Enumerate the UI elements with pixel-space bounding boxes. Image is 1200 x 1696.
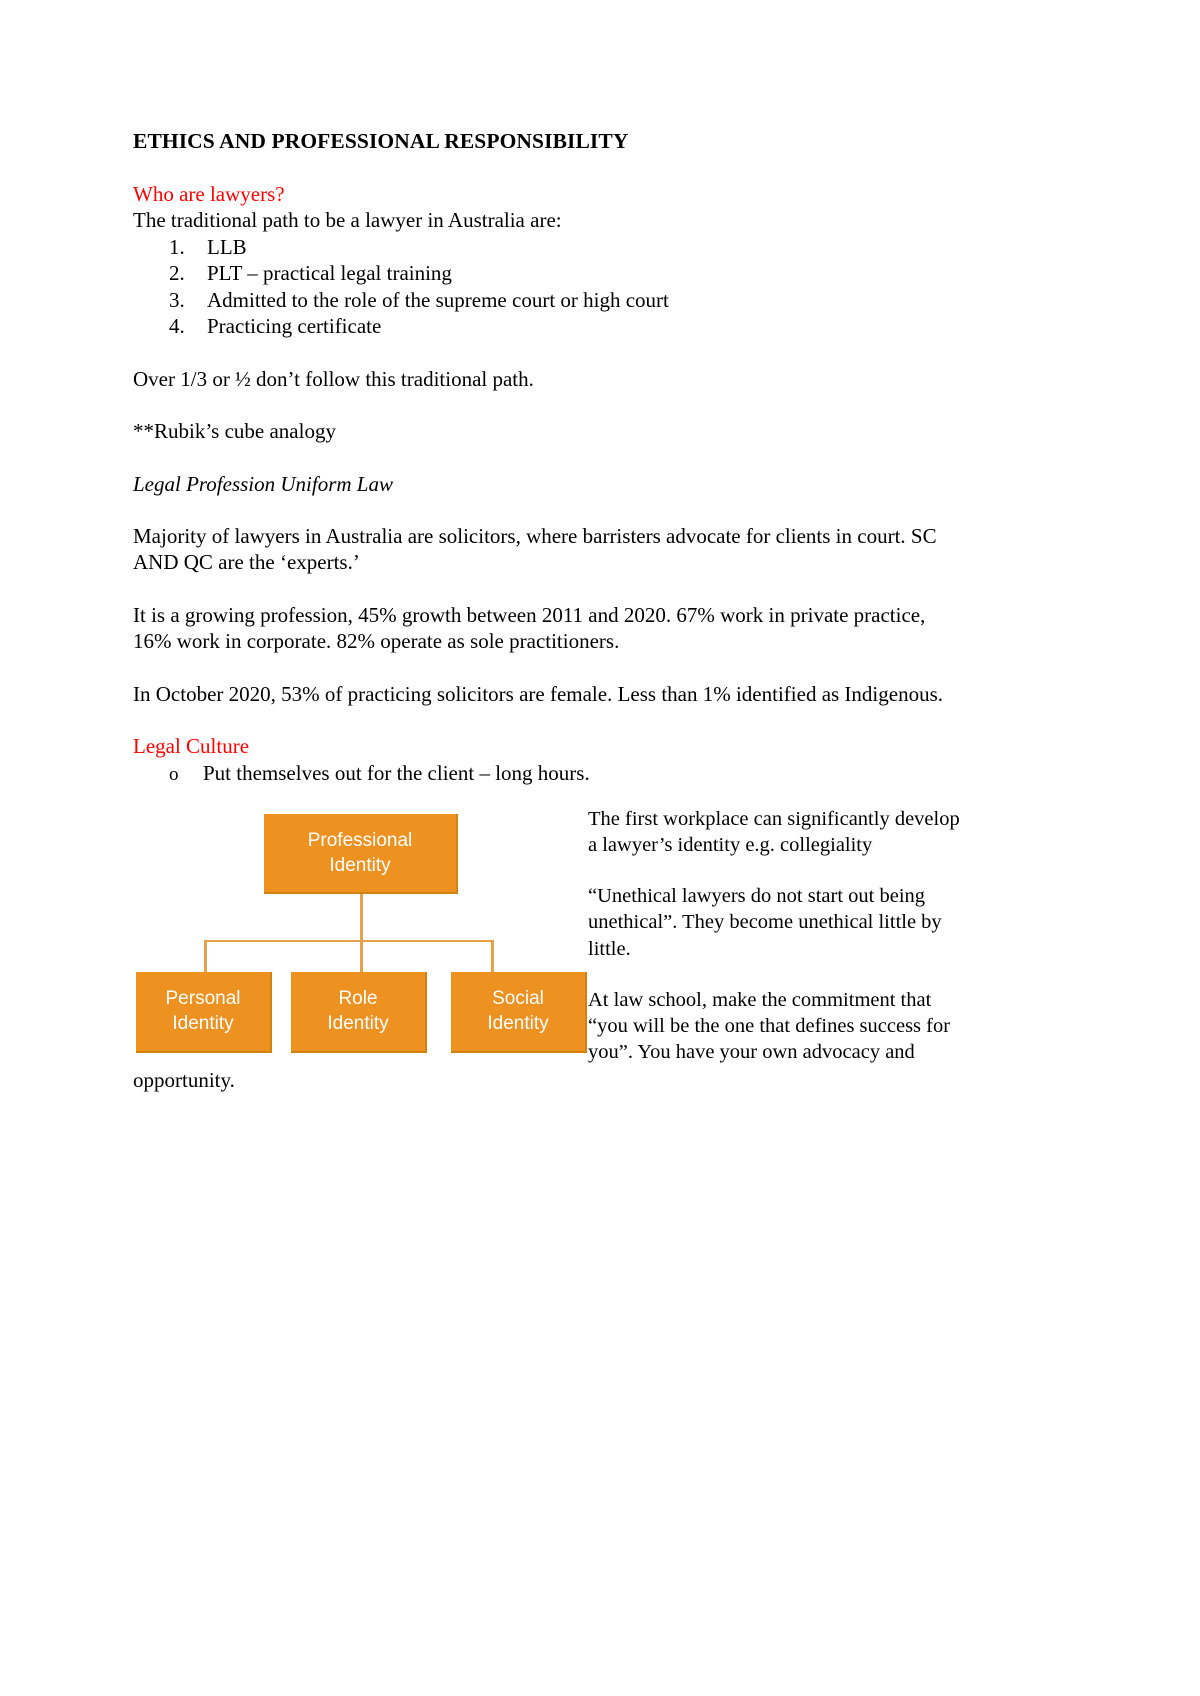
list-item-label: LLB [207, 234, 247, 259]
paragraph-unethical-quote: “Unethical lawyers do not start out bein… [588, 885, 942, 960]
paragraph-law-school-commitment-tail: opportunity. [133, 1068, 235, 1093]
note-fraction: Over 1/3 or ½ don’t follow this traditio… [133, 366, 534, 391]
diagram-side-notes: The first workplace can significantly de… [588, 806, 969, 1066]
org-node-line2: Identity [487, 1013, 549, 1035]
list-item-number: 3. [169, 287, 185, 312]
list-item-label: Practicing certificate [207, 314, 382, 339]
list-item-label: Put themselves out for the client – long… [203, 760, 590, 785]
traditional-path-list: 1. LLB 2. PLT – practical legal training… [133, 234, 969, 340]
org-node-line1: Role [338, 988, 378, 1010]
section-heading-legal-profession-uniform-law: Legal Profession Uniform Law [133, 471, 393, 496]
connector-horizontal-bus [204, 939, 494, 942]
org-node-line1: Professional [307, 829, 413, 851]
list-item: 2. PLT – practical legal training [133, 260, 969, 286]
org-node-line2: Identity [172, 1013, 234, 1035]
bullet-marker: o [169, 763, 179, 785]
intro-traditional-path: The traditional path to be a lawyer in A… [133, 208, 562, 233]
list-item: o Put themselves out for the client – lo… [133, 760, 969, 787]
org-node-social-identity: Social Identity [451, 971, 587, 1053]
paragraph-gender-statistics: In October 2020, 53% of practicing solic… [133, 681, 944, 706]
connector-root-stem [360, 893, 363, 941]
connector-drop-right [491, 939, 494, 972]
section-heading-who-are-lawyers: Who are lawyers? [133, 181, 285, 206]
org-node-line1: Social [492, 988, 544, 1010]
list-item: 1. LLB [133, 234, 969, 260]
org-node-professional-identity: Professional Identity [264, 813, 458, 894]
org-node-line1: Personal [165, 988, 241, 1010]
page-title: ETHICS AND PROFESSIONAL RESPONSIBILITY [133, 129, 629, 153]
connector-drop-left [204, 939, 207, 972]
professional-identity-org-chart: Professional Identity Personal Identity … [133, 806, 588, 1053]
legal-culture-bullet-list: o Put themselves out for the client – lo… [133, 760, 969, 787]
paragraph-solicitors: Majority of lawyers in Australia are sol… [133, 523, 937, 575]
org-node-line2: Identity [327, 1013, 389, 1035]
list-item: 4. Practicing certificate [133, 313, 969, 339]
list-item-number: 2. [169, 261, 185, 286]
section-heading-legal-culture: Legal Culture [133, 734, 250, 759]
note-rubik-analogy: **Rubik’s cube analogy [133, 419, 336, 444]
paragraph-first-workplace: The first workplace can significantly de… [588, 807, 960, 856]
org-node-line2: Identity [329, 854, 391, 876]
list-item-label: PLT – practical legal training [207, 261, 452, 286]
list-item-number: 1. [169, 234, 185, 259]
org-node-role-identity: Role Identity [291, 971, 427, 1053]
document-page: ETHICS AND PROFESSIONAL RESPONSIBILITY W… [0, 0, 1200, 1696]
paragraph-law-school-commitment: At law school, make the commitment that … [588, 988, 951, 1064]
list-item-label: Admitted to the role of the supreme cour… [207, 287, 669, 312]
diagram-and-notes-section: Professional Identity Personal Identity … [133, 806, 969, 1094]
list-item: 3. Admitted to the role of the supreme c… [133, 287, 969, 313]
paragraph-growth-statistics: It is a growing profession, 45% growth b… [133, 602, 926, 654]
connector-drop-center [360, 939, 363, 972]
org-node-personal-identity: Personal Identity [136, 971, 272, 1053]
list-item-number: 4. [169, 314, 185, 339]
page-content: ETHICS AND PROFESSIONAL RESPONSIBILITY W… [133, 128, 969, 1094]
